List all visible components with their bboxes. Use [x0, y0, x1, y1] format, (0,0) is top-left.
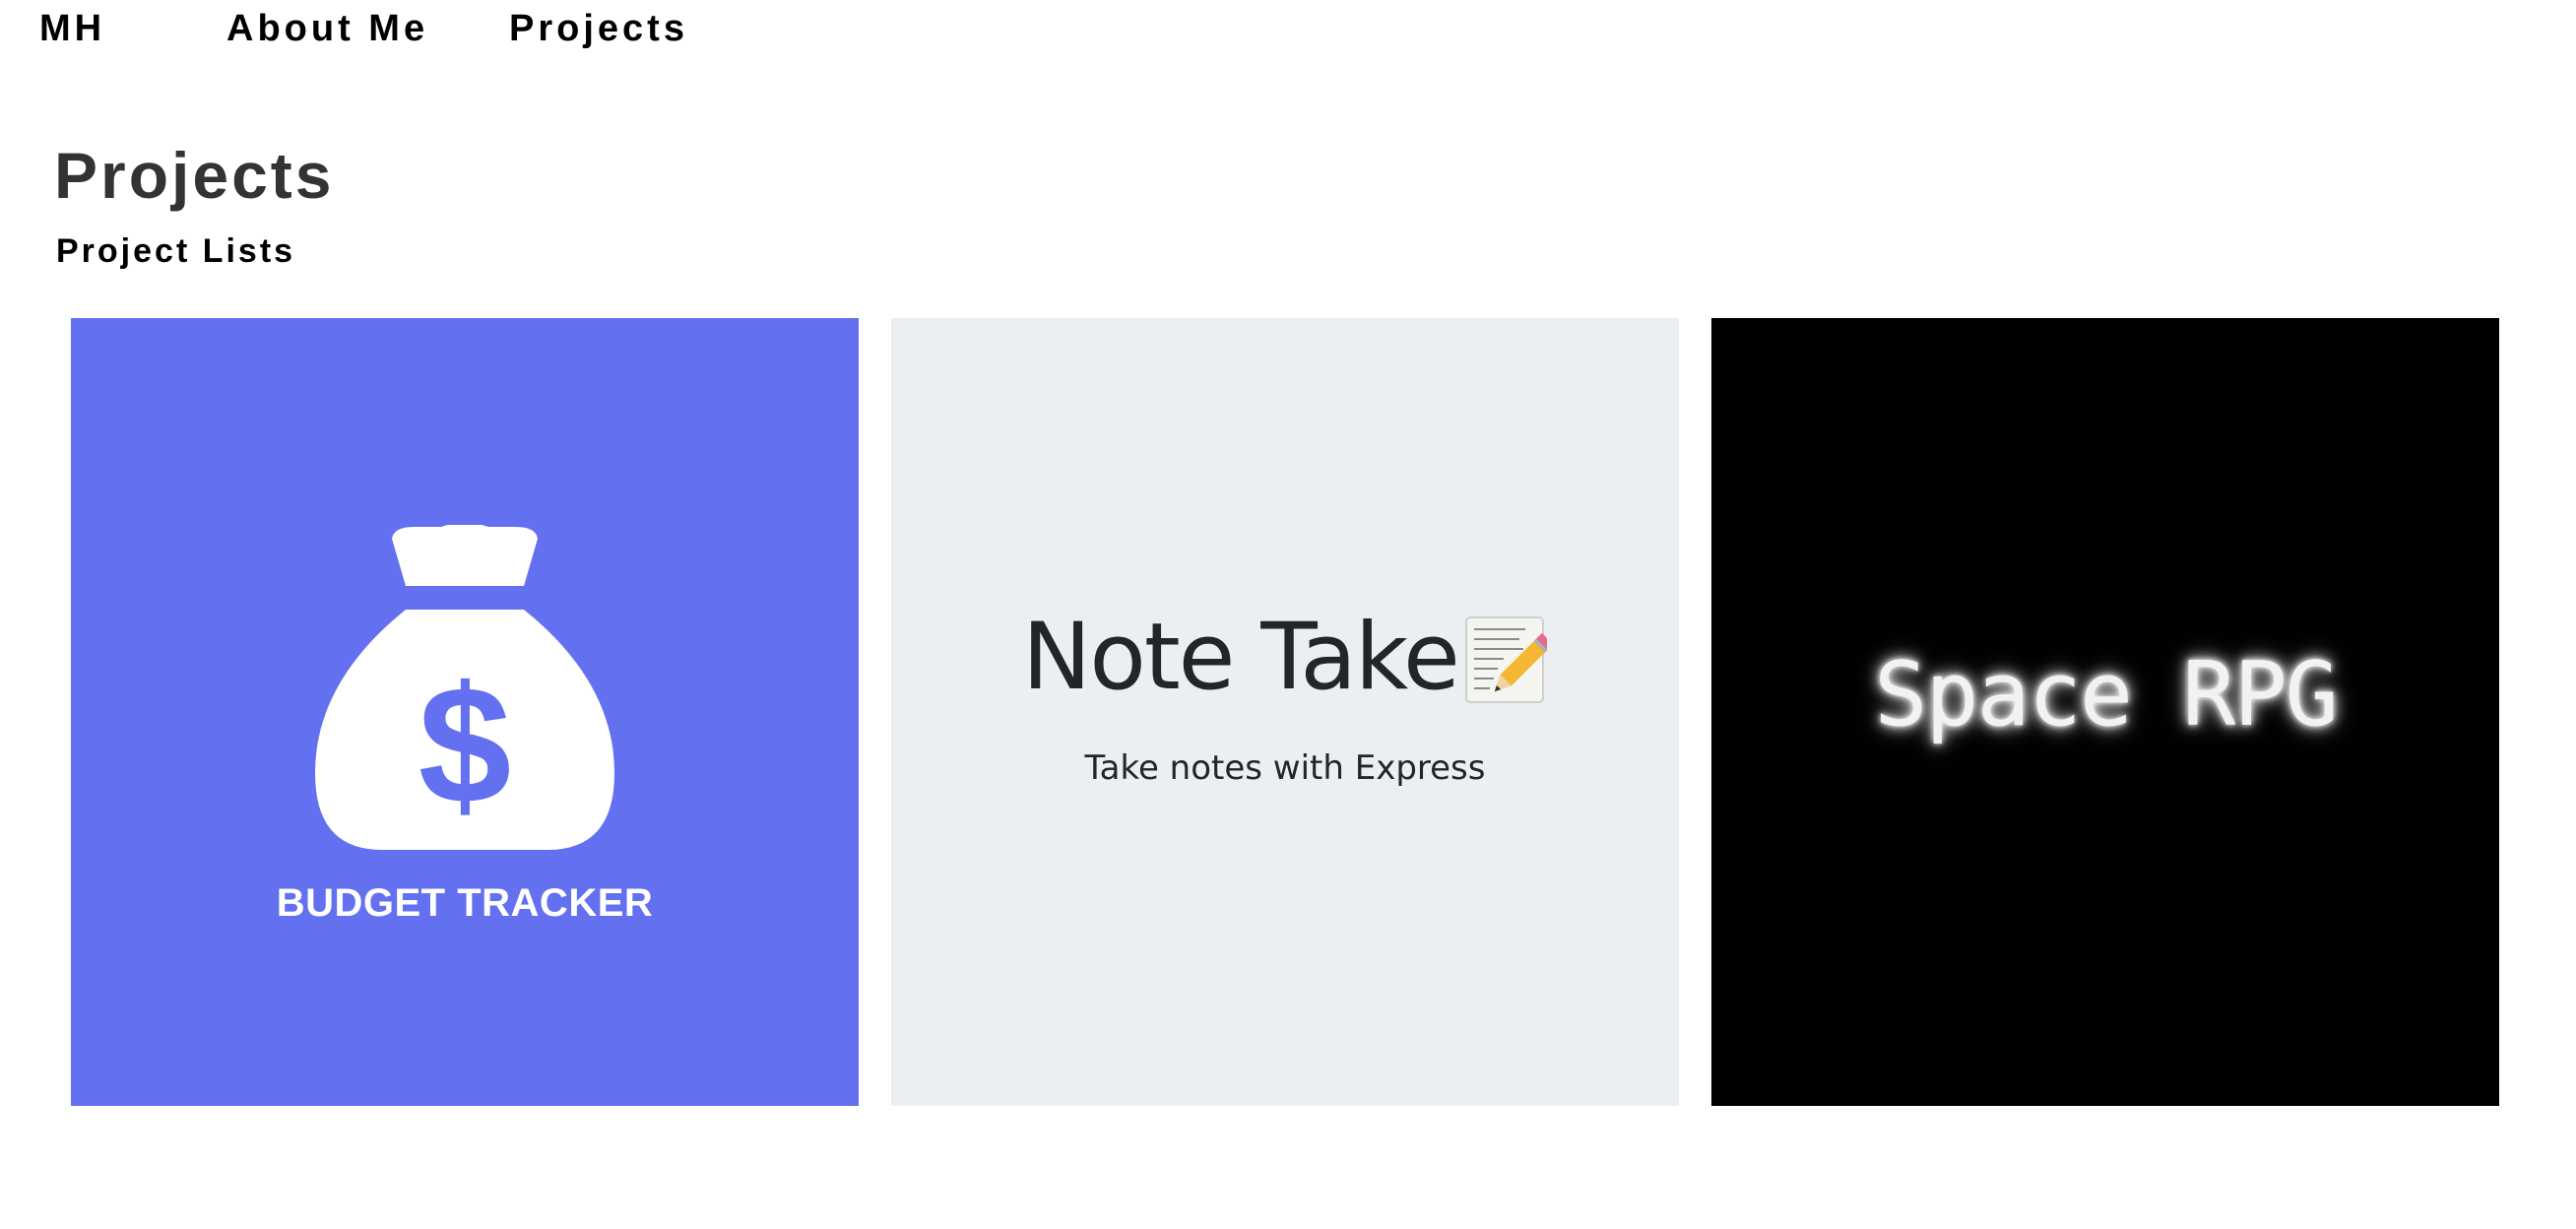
page-title: Projects: [54, 139, 335, 212]
brand-logo-link[interactable]: MH: [39, 8, 105, 50]
space-rpg-title: Space RPG: [1874, 643, 2339, 746]
memo-pencil-icon: [1465, 616, 1547, 703]
page-subtitle: Project Lists: [56, 232, 296, 270]
project-card-budget-tracker[interactable]: $ BUDGET TRACKER: [71, 318, 859, 1106]
project-card-space-rpg[interactable]: Space RPG: [1711, 318, 2499, 1106]
note-taker-title: Note Taker: [1022, 604, 1496, 711]
budget-tracker-label: BUDGET TRACKER: [276, 881, 654, 925]
nav-link-projects[interactable]: Projects: [509, 8, 688, 50]
top-nav: MH About Me Projects: [0, 0, 2576, 69]
nav-link-about-me[interactable]: About Me: [226, 8, 428, 50]
svg-text:$: $: [419, 652, 512, 839]
project-card-note-taker[interactable]: Note Taker Take notes with Express: [891, 318, 1679, 1106]
note-taker-subtitle: Take notes with Express: [1084, 748, 1486, 788]
money-bag-icon: $: [315, 525, 614, 850]
